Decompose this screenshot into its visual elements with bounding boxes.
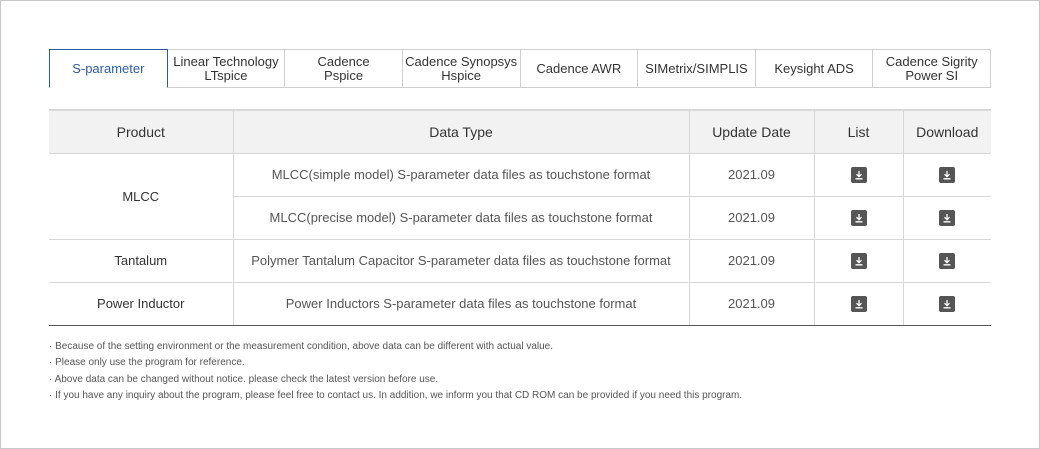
- data-type-cell: Polymer Tantalum Capacitor S-parameter d…: [232, 239, 689, 283]
- tab-s-parameter[interactable]: S-parameter: [49, 49, 168, 88]
- data-type-cell: Power Inductors S-parameter data files a…: [232, 282, 689, 326]
- list-cell: [813, 282, 903, 326]
- update-date-cell: 2021.09: [688, 282, 814, 326]
- product-cell: MLCC: [49, 153, 233, 240]
- table-row: Power Inductor Power Inductors S-paramet…: [49, 282, 991, 326]
- data-type-cell: MLCC(precise model) S-parameter data fil…: [232, 196, 689, 240]
- product-cell: Tantalum: [49, 239, 233, 283]
- main-content: S-parameter Linear Technology LTspice Ca…: [49, 49, 991, 405]
- download-icon[interactable]: [850, 166, 867, 183]
- download-icon[interactable]: [939, 166, 956, 183]
- update-date-cell: 2021.09: [688, 196, 814, 240]
- table-row: MLCC MLCC(simple model) S-parameter data…: [49, 153, 991, 240]
- header-data-type: Data Type: [232, 109, 689, 154]
- list-cell: [813, 239, 903, 283]
- tab-linear-technology-ltspice[interactable]: Linear Technology LTspice: [167, 49, 286, 88]
- simulator-tabs: S-parameter Linear Technology LTspice Ca…: [49, 49, 991, 88]
- list-cell: [813, 153, 903, 197]
- list-cell: [813, 196, 903, 240]
- note-item: If you have any inquiry about the progra…: [49, 388, 991, 405]
- header-product: Product: [49, 109, 233, 154]
- download-icon[interactable]: [850, 295, 867, 312]
- download-cell: [902, 239, 991, 283]
- tab-cadence-synopsys-hspice[interactable]: Cadence Synopsys Hspice: [402, 49, 521, 88]
- tab-cadence-pspice[interactable]: Cadence Pspice: [285, 49, 403, 88]
- product-cell: Power Inductor: [49, 282, 233, 326]
- download-cell: [902, 196, 991, 240]
- table-row: Tantalum Polymer Tantalum Capacitor S-pa…: [49, 239, 991, 283]
- note-item: Please only use the program for referenc…: [49, 355, 991, 372]
- download-icon[interactable]: [850, 209, 867, 226]
- download-icon[interactable]: [939, 209, 956, 226]
- note-item: Above data can be changed without notice…: [49, 372, 991, 389]
- download-cell: [902, 153, 991, 197]
- data-table: Product Data Type Update Date List Downl…: [49, 109, 991, 326]
- download-icon[interactable]: [939, 295, 956, 312]
- table-header-row: Product Data Type Update Date List Downl…: [49, 109, 991, 154]
- header-update-date: Update Date: [688, 109, 814, 154]
- download-icon[interactable]: [850, 252, 867, 269]
- tab-keysight-ads[interactable]: Keysight ADS: [755, 49, 874, 88]
- note-item: Because of the setting environment or th…: [49, 339, 991, 356]
- tab-cadence-sigrity-power-si[interactable]: Cadence Sigrity Power SI: [873, 49, 991, 88]
- download-icon[interactable]: [939, 252, 956, 269]
- tab-simetrix-simplis[interactable]: SIMetrix/SIMPLIS: [638, 49, 756, 88]
- notes-list: Because of the setting environment or th…: [49, 339, 991, 405]
- download-cell: [902, 282, 991, 326]
- header-list: List: [813, 109, 903, 154]
- update-date-cell: 2021.09: [688, 239, 814, 283]
- tab-cadence-awr[interactable]: Cadence AWR: [520, 49, 639, 88]
- data-type-cell: MLCC(simple model) S-parameter data file…: [232, 153, 689, 197]
- update-date-cell: 2021.09: [688, 153, 814, 197]
- header-download: Download: [902, 109, 991, 154]
